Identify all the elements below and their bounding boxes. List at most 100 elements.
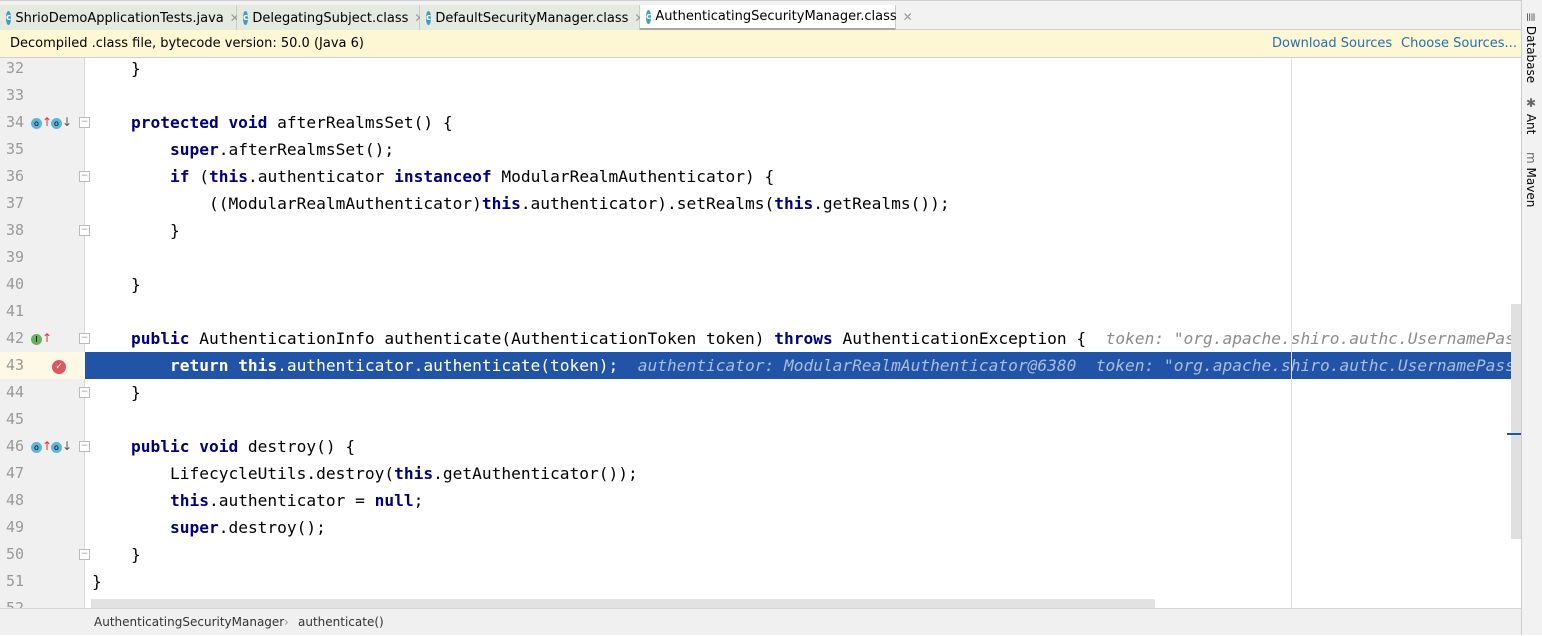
line-number: 47 <box>6 464 25 482</box>
maven-icon: m <box>1524 152 1538 164</box>
breadcrumb-separator-icon: › <box>284 615 289 629</box>
code-line[interactable]: super.destroy(); <box>85 514 1511 541</box>
code-line[interactable]: if (this.authenticator instanceof Modula… <box>85 163 1511 190</box>
code-line[interactable]: } <box>85 568 1511 595</box>
code-text: } <box>92 383 141 402</box>
keyword: return this <box>169 356 278 375</box>
code-line[interactable]: } <box>85 541 1511 568</box>
line-number: 49 <box>6 518 25 536</box>
code-text: destroy() { <box>238 437 356 456</box>
line-gutter[interactable]: 32 33 34 o ↑ o ↓ 35 36 37 38 39 40 41 42 I ↑ 43 ✓ 44 45 46 o ↑ o… <box>0 58 90 617</box>
tool-window-ant[interactable]: ✱ Ant <box>1524 96 1538 134</box>
debug-inline-value: token: "org.apache.shiro.authc.UsernameP… <box>1105 329 1511 348</box>
code-line[interactable]: } <box>85 58 1511 82</box>
code-line[interactable]: } <box>85 271 1511 298</box>
class-test-icon: c <box>6 11 12 25</box>
keyword: instanceof <box>394 167 492 186</box>
tab-shriodemoapplicationtests-java[interactable]: c ShrioDemoApplicationTests.java ✕ <box>0 5 240 31</box>
code-line[interactable]: this.authenticator = null; <box>85 487 1511 514</box>
error-stripe-mark[interactable] <box>1507 433 1521 435</box>
code-text: .authenticator).setRealms( <box>520 194 775 213</box>
tab-authenticatingsecuritymanager-class[interactable]: c AuthenticatingSecurityManager.class ✕ <box>640 5 913 31</box>
code-text: } <box>92 59 141 78</box>
code-text: ; <box>413 491 424 510</box>
class-icon: c <box>426 11 432 25</box>
tool-window-database[interactable]: ≣ Database <box>1524 12 1538 83</box>
implements-icon[interactable]: I ↑ <box>31 331 52 345</box>
current-execution-line[interactable]: return this.authenticator.authenticate(t… <box>85 352 1511 379</box>
tab-defaultsecuritymanager-class[interactable]: cDefaultSecurityManager.class✕ <box>420 5 644 31</box>
line-number: 32 <box>6 59 25 77</box>
database-icon: ≣ <box>1524 12 1538 23</box>
code-line[interactable]: super.afterRealmsSet(); <box>85 136 1511 163</box>
code-editor[interactable]: } protected void afterRealmsSet() { supe… <box>85 58 1511 608</box>
debug-inline-value: authenticator: ModularRealmAuthenticator… <box>637 356 1511 375</box>
tool-label: Database <box>1524 25 1538 84</box>
line-number: 37 <box>6 194 25 212</box>
code-line[interactable] <box>85 298 1511 325</box>
keyword: super <box>169 518 219 537</box>
download-sources-link[interactable]: Download Sources <box>1272 30 1392 57</box>
code-line[interactable]: public AuthenticationInfo authenticate(A… <box>85 325 1511 352</box>
tab-label: DelegatingSubject.class <box>252 10 409 26</box>
keyword: this <box>394 464 434 483</box>
line-number: 48 <box>6 491 25 509</box>
editor-tabs: c ShrioDemoApplicationTests.java ✕ c Delegat… <box>0 0 1521 31</box>
implemented-icon[interactable]: o ↓ <box>51 115 72 129</box>
horizontal-scrollbar[interactable] <box>91 599 1155 608</box>
ant-icon: ✱ <box>1524 96 1538 110</box>
code-line[interactable]: public void destroy() { <box>85 433 1511 460</box>
keyword: this <box>481 194 521 213</box>
tab-label: DefaultSecurityManager.class <box>435 10 629 26</box>
line-number: 33 <box>6 86 25 104</box>
line-number: 50 <box>6 545 25 563</box>
tab-delegatingsubject-class[interactable]: cDelegatingSubject.class✕ <box>237 5 424 31</box>
code-line[interactable]: } <box>85 217 1511 244</box>
keyword: protected void <box>130 113 268 132</box>
code-text: } <box>92 221 180 240</box>
line-number: 41 <box>6 302 25 320</box>
class-icon: c <box>646 9 652 24</box>
close-icon[interactable]: ✕ <box>903 10 913 24</box>
code-text: AuthenticationInfo authenticate(Authenti… <box>189 329 775 348</box>
code-text: afterRealmsSet() { <box>267 113 453 132</box>
code-line[interactable] <box>85 82 1511 109</box>
code-line[interactable]: LifecycleUtils.destroy(this.getAuthentic… <box>85 460 1511 487</box>
tool-label: Maven <box>1524 167 1538 208</box>
tab-label: AuthenticatingSecurityManager.class <box>655 9 897 24</box>
code-text: .authenticator.authenticate(token); <box>277 356 638 375</box>
code-line[interactable]: ((ModularRealmAuthenticator)this.authent… <box>85 190 1511 217</box>
tool-label: Ant <box>1524 113 1538 135</box>
implemented-icon[interactable]: o ↓ <box>51 439 72 453</box>
code-text: } <box>92 572 102 591</box>
code-text: ( <box>189 167 209 186</box>
code-line[interactable]: } <box>85 379 1511 406</box>
choose-sources-link[interactable]: Choose Sources... <box>1401 30 1517 57</box>
breakpoint-icon[interactable]: ✓ <box>52 358 66 374</box>
keyword: this <box>208 167 248 186</box>
override-icon[interactable]: o ↑ <box>31 115 52 129</box>
tool-window-maven[interactable]: m Maven <box>1524 152 1538 207</box>
breadcrumb-class[interactable]: AuthenticatingSecurityManager <box>94 609 284 636</box>
keyword: public void <box>130 437 239 456</box>
vertical-scrollbar[interactable] <box>1511 304 1521 539</box>
code-text: .getAuthenticator()); <box>433 464 638 483</box>
line-number: 39 <box>6 248 25 266</box>
code-line[interactable] <box>85 244 1511 271</box>
decompiled-banner: Decompiled .class file, bytecode version… <box>0 30 1521 58</box>
code-line[interactable] <box>85 406 1511 433</box>
override-icon[interactable]: o ↑ <box>31 439 52 453</box>
code-text: .destroy(); <box>218 518 326 537</box>
line-number: 40 <box>6 275 25 293</box>
code-line[interactable]: protected void afterRealmsSet() { <box>85 109 1511 136</box>
breadcrumb-method[interactable]: authenticate() <box>298 609 384 636</box>
line-number: 35 <box>6 140 25 158</box>
